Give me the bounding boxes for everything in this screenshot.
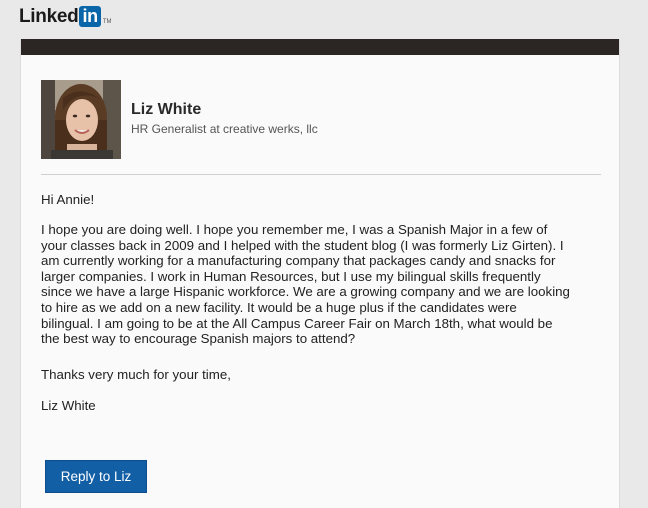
message-closing: Thanks very much for your time, [41, 367, 231, 382]
message-body-line: since we have a large Hispanic workforce… [41, 284, 570, 300]
card-header-bar [21, 39, 619, 55]
logo-wordmark: Linked [19, 6, 79, 27]
linkedin-logo[interactable]: Linked in TM [19, 6, 112, 28]
message-greeting: Hi Annie! [41, 192, 95, 207]
header-divider [41, 174, 601, 175]
sender-name[interactable]: Liz White [131, 100, 201, 120]
logo-in-badge: in [79, 6, 101, 27]
message-signature: Liz White [41, 398, 96, 413]
sender-headline: HR Generalist at creative werks, llc [131, 122, 318, 136]
message-body-line: your classes back in 2009 and I helped w… [41, 237, 564, 253]
logo-trademark: TM [102, 19, 112, 25]
reply-button[interactable]: Reply to Liz [45, 460, 147, 493]
sender-avatar[interactable] [41, 80, 121, 159]
message-body-line: larger companies. I work in Human Resour… [41, 268, 541, 284]
message-body-line: bilingual. I am going to be at the All C… [41, 315, 553, 331]
message-body-line: to hire as we add on a new facility. It … [41, 299, 517, 315]
message-body-line: am currently working for a manufacturing… [41, 253, 556, 269]
message-body-line: I hope you are doing well. I hope you re… [41, 222, 548, 237]
message-body: I hope you are doing well. I hope you re… [41, 222, 606, 347]
avatar-photo [41, 80, 121, 159]
message-body-line: the best way to encourage Spanish majors… [41, 331, 356, 347]
message-card: Liz White HR Generalist at creative werk… [20, 39, 620, 508]
